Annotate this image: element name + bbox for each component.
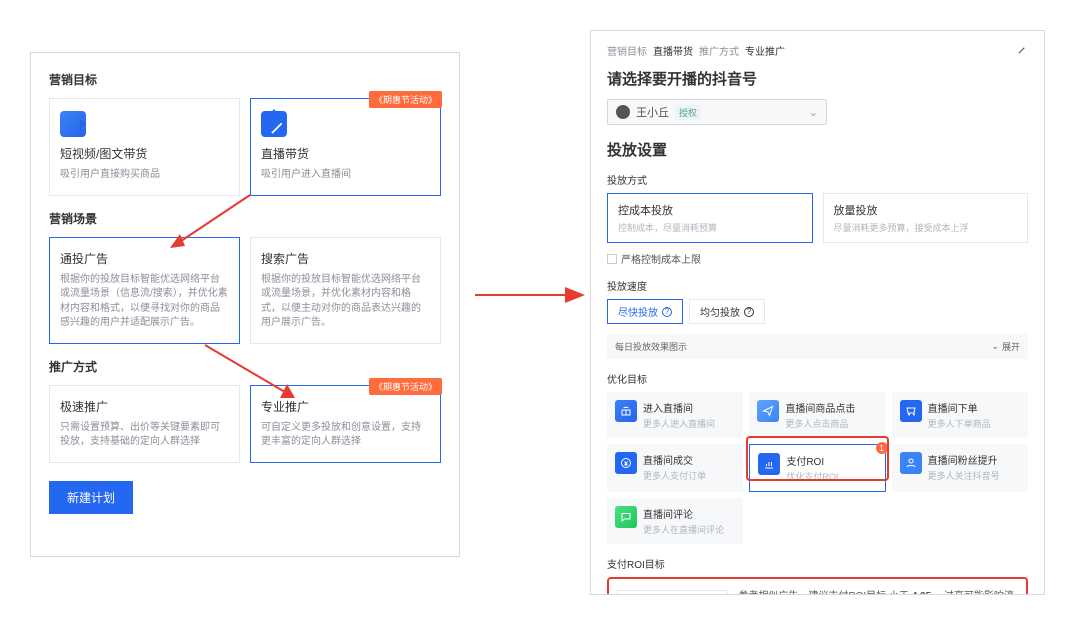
card-desc: 吸引用户进入直播间 [261, 168, 430, 183]
method-desc: 尽量消耗更多预算，接受成本上浮 [834, 221, 1018, 234]
card-live-goods[interactable]: 《期惠节活动》 直播带货 吸引用户进入直播间 [250, 98, 441, 196]
goal-desc: 更多人在直播间评论 [643, 523, 724, 536]
edit-icon[interactable] [1017, 44, 1028, 58]
card-video-goods[interactable]: 短视频/图文带货 吸引用户直接购买商品 [49, 98, 240, 196]
goal-pay-roi[interactable]: 1 支付ROI 优化支付ROI [749, 444, 885, 492]
goal-transaction[interactable]: 直播间成交更多人支付订单 [607, 444, 743, 492]
expand-label: 每日投放效果图示 [615, 340, 687, 353]
breadcrumb: 营销目标 直播带货 推广方式 专业推广 [607, 43, 1028, 58]
card-title: 短视频/图文带货 [60, 145, 229, 162]
account-name: 王小丘 [636, 104, 669, 120]
card-desc: 根据你的投放目标智能优选网络平台或流量场景，并优化素材内容和格式，以便主动对你的… [261, 273, 430, 331]
red-arrow-3 [470, 280, 590, 310]
video-icon [60, 111, 86, 137]
goal-order[interactable]: 直播间下单更多人下单商品 [892, 392, 1028, 438]
cart-icon [900, 400, 922, 422]
method-volume[interactable]: 放量投放 尽量消耗更多预算，接受成本上浮 [823, 193, 1029, 243]
card-desc: 根据你的投放目标智能优选网络平台或流量场景（信息流/搜索），并优化素材内容和格式… [60, 273, 229, 331]
checkbox-icon [607, 254, 617, 264]
goal-title: 直播间粉丝提升 [928, 452, 1000, 467]
method-cost-control[interactable]: 控成本投放 控制成本，尽量消耗预算 [607, 193, 813, 243]
card-title: 搜索广告 [261, 250, 430, 267]
gift-icon [615, 400, 637, 422]
sub-delivery-speed: 投放速度 [607, 278, 1028, 293]
section-delivery-settings: 投放设置 [607, 139, 1028, 160]
card-desc: 可自定义更多投放和创意设置，支持更丰富的定向人群选择 [261, 421, 430, 450]
card-title: 直播带货 [261, 145, 430, 162]
expand-action: 展开 [1002, 340, 1020, 353]
goal-title: 进入直播间 [643, 400, 715, 415]
crumb-label: 营销目标 [607, 43, 647, 58]
speed-fast[interactable]: 尽快投放 ? [607, 299, 683, 324]
goal-title: 直播间评论 [643, 506, 724, 521]
help-icon[interactable]: ? [662, 307, 672, 317]
chip-label: 均匀投放 [700, 304, 740, 319]
goal-desc: 更多人进入直播间 [643, 417, 715, 430]
card-desc: 只需设置预算、出价等关键要素即可投放，支持基础的定向人群选择 [60, 421, 229, 450]
section-select-account: 请选择要开播的抖音号 [607, 68, 1028, 89]
daily-effect-expand[interactable]: 每日投放效果图示 ⌄展开 [607, 334, 1028, 359]
speed-even[interactable]: 均匀投放 ? [689, 299, 765, 324]
avatar-icon [616, 105, 630, 119]
method-title: 控成本投放 [618, 202, 802, 218]
person-icon [900, 452, 922, 474]
goal-enter-live[interactable]: 进入直播间更多人进入直播间 [607, 392, 743, 438]
chip-label: 尽快投放 [618, 304, 658, 319]
goal-title: 直播间商品点击 [785, 400, 855, 415]
goal-title: 支付ROI [786, 453, 838, 468]
money-icon [615, 452, 637, 474]
sub-delivery-method: 投放方式 [607, 172, 1028, 187]
help-icon[interactable]: ? [744, 307, 754, 317]
method-desc: 控制成本，尽量消耗预算 [618, 221, 802, 234]
send-icon [757, 400, 779, 422]
crumb-value: 直播带货 [653, 43, 693, 58]
checkbox-label: 严格控制成本上限 [621, 251, 701, 266]
card-search-ad[interactable]: 搜索广告 根据你的投放目标智能优选网络平台或流量场景，并优化素材内容和格式，以便… [250, 237, 441, 344]
roi-target-row-highlight: 请输入支付ROI目标 参考相似广告，建议支付ROI目标 小于 4.25 ，过高可… [607, 577, 1028, 595]
goal-desc: 更多人关注抖音号 [928, 469, 1000, 482]
tv-icon [261, 111, 287, 137]
method-title: 放量投放 [834, 202, 1018, 218]
crumb-label: 推广方式 [699, 43, 739, 58]
account-select[interactable]: 王小丘 授权 ⌄ [607, 99, 827, 125]
goal-title: 直播间下单 [928, 400, 991, 415]
expand-chevron-icon: ⌄ [991, 341, 999, 352]
goal-followers[interactable]: 直播间粉丝提升更多人关注抖音号 [892, 444, 1028, 492]
chat-icon [615, 506, 637, 528]
red-arrow-1 [160, 190, 270, 265]
roi-hint: 参考相似广告，建议支付ROI目标 小于 4.25 ，过高可能影响流量获取 [738, 587, 1018, 595]
auth-pill: 授权 [675, 105, 701, 120]
section-marketing-goal: 营销目标 [49, 71, 441, 88]
card-desc: 吸引用户直接购买商品 [60, 168, 229, 183]
goal-product-click[interactable]: 直播间商品点击更多人点击商品 [749, 392, 885, 438]
goal-desc: 优化支付ROI [786, 470, 838, 483]
roi-target-input[interactable]: 请输入支付ROI目标 [617, 590, 728, 596]
crumb-value: 专业推广 [745, 43, 785, 58]
red-arrow-2 [195, 340, 315, 415]
goal-title: 直播间成交 [643, 452, 706, 467]
promo-badge: 《期惠节活动》 [369, 378, 442, 395]
goal-comments[interactable]: 直播间评论更多人在直播间评论 [607, 498, 743, 544]
goal-desc: 更多人下单商品 [928, 417, 991, 430]
goal-desc: 更多人支付订单 [643, 469, 706, 482]
orange-badge: 1 [876, 442, 888, 454]
promo-badge: 《期惠节活动》 [369, 91, 442, 108]
left-panel: 营销目标 短视频/图文带货 吸引用户直接购买商品 《期惠节活动》 直播带货 吸引… [30, 52, 460, 557]
goal-desc: 更多人点击商品 [785, 417, 855, 430]
sub-optimize-goal: 优化目标 [607, 371, 1028, 386]
chevron-down-icon: ⌄ [809, 106, 818, 119]
right-panel: 营销目标 直播带货 推广方式 专业推广 请选择要开播的抖音号 王小丘 授权 ⌄ … [590, 30, 1045, 595]
sub-roi-target: 支付ROI目标 [607, 556, 1028, 571]
chart-icon [758, 453, 780, 475]
strict-cost-checkbox[interactable]: 严格控制成本上限 [607, 251, 1028, 266]
create-plan-button[interactable]: 新建计划 [49, 481, 133, 514]
